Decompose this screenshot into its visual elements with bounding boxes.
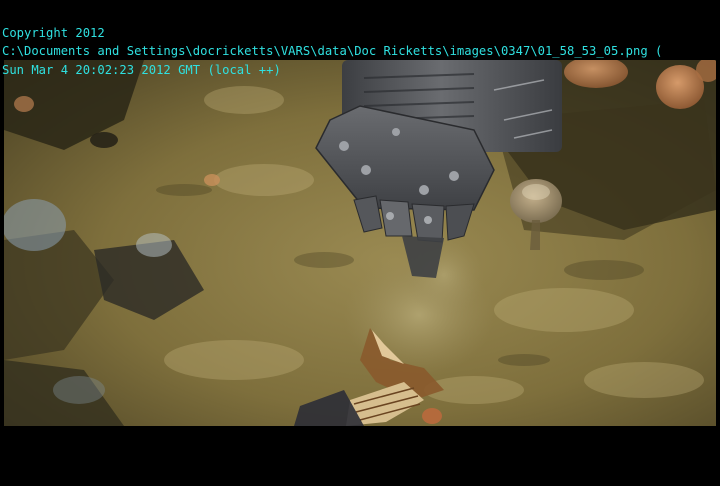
encrusted-rock bbox=[4, 199, 66, 251]
video-frame: Copyright 2012 C:\Documents and Settings… bbox=[0, 0, 720, 486]
seafloor-video-image bbox=[4, 60, 716, 426]
seafloor-scene bbox=[4, 60, 716, 426]
timestamp-overlay-text: Sun Mar 4 20:02:23 2012 GMT (local ++) bbox=[2, 63, 281, 77]
file-path-overlay-text: C:\Documents and Settings\docricketts\VA… bbox=[2, 44, 663, 58]
copyright-overlay-text: Copyright 2012 bbox=[2, 26, 105, 40]
